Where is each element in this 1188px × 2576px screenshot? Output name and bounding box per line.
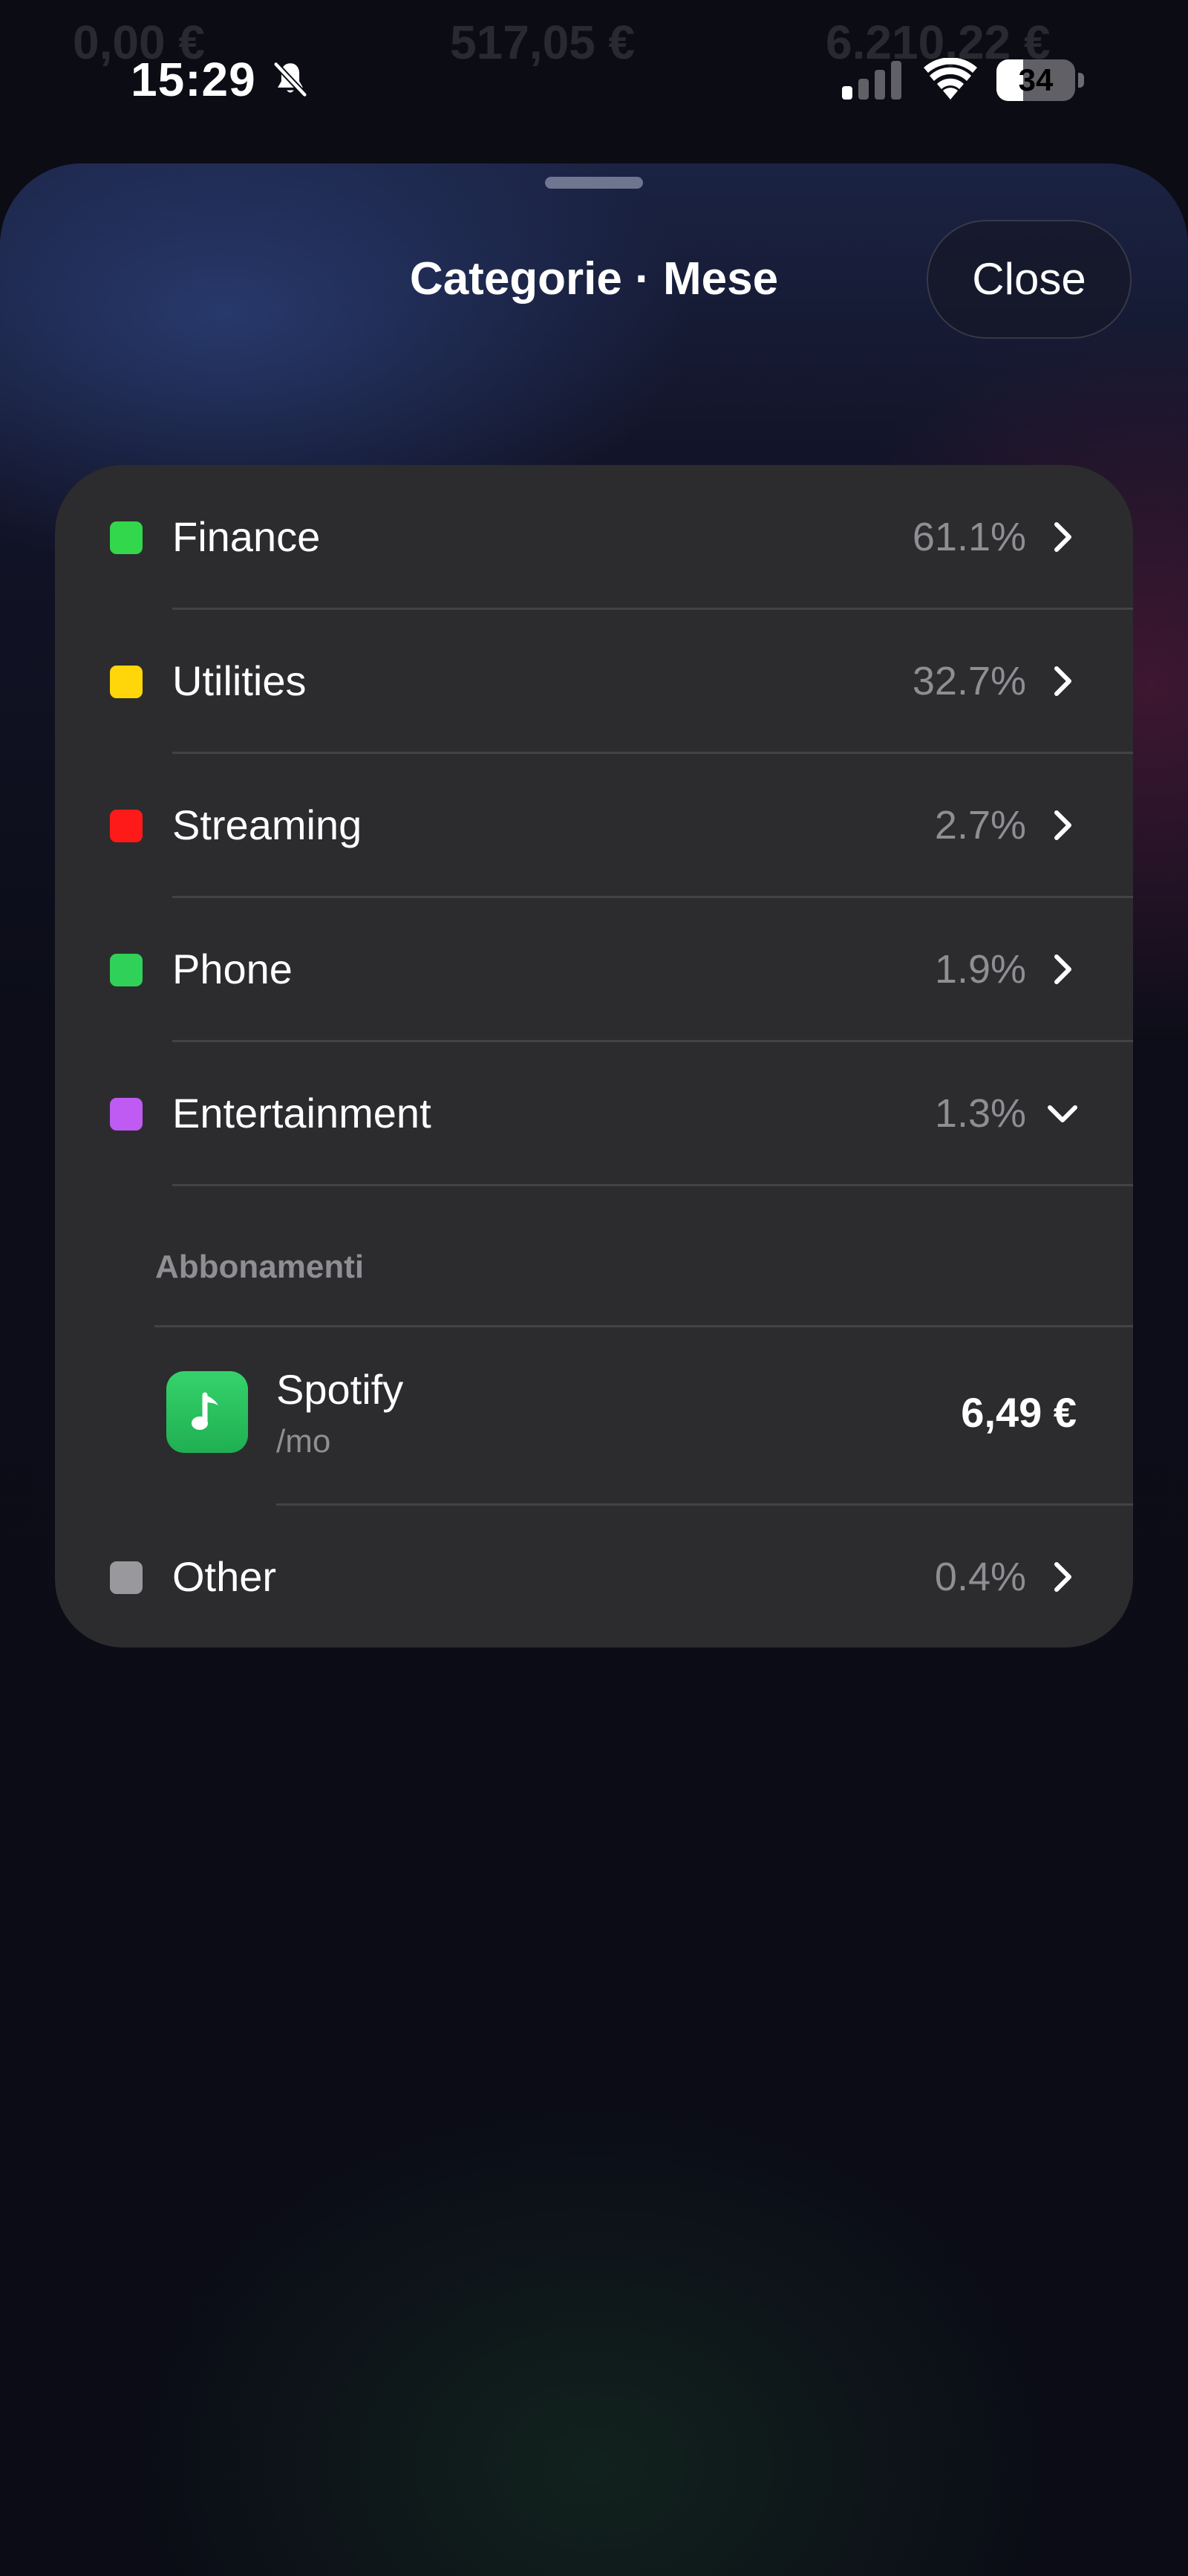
subscription-row-spotify[interactable]: Spotify /mo 6,49 € xyxy=(55,1327,1133,1505)
section-header-subscriptions: Abbonamenti xyxy=(155,1249,365,1285)
category-row-entertainment[interactable]: Entertainment 1.3% xyxy=(55,1041,1133,1185)
wifi-icon xyxy=(924,58,977,100)
category-percent: 1.3% xyxy=(934,1091,1026,1136)
app-icon xyxy=(166,1371,248,1453)
chevron-right-icon xyxy=(1054,666,1071,696)
category-row-finance[interactable]: Finance 61.1% xyxy=(55,465,1133,609)
screen: 0,00 € 517,05 € 6.210,22 € 15:29 34 Cate… xyxy=(0,0,1188,2576)
subscription-period: /mo xyxy=(276,1423,331,1460)
row-separator xyxy=(172,1184,1133,1186)
subscription-name: Spotify xyxy=(276,1366,404,1413)
category-label: Other xyxy=(172,1553,277,1600)
categories-card: Finance 61.1% Utilities 32.7% Streaming … xyxy=(55,465,1133,1648)
category-row-utilities[interactable]: Utilities 32.7% xyxy=(55,609,1133,753)
category-label: Phone xyxy=(172,946,293,992)
category-label: Finance xyxy=(172,513,321,560)
category-color-swatch xyxy=(110,954,143,986)
category-percent: 0.4% xyxy=(934,1555,1026,1599)
music-note-icon xyxy=(192,1392,218,1430)
battery-icon: 34 xyxy=(996,59,1084,101)
battery-cap xyxy=(1078,73,1084,88)
chevron-right-icon xyxy=(1054,1562,1071,1592)
category-label: Streaming xyxy=(172,801,362,848)
bell-slash-icon xyxy=(273,62,307,97)
category-percent: 32.7% xyxy=(912,659,1026,703)
category-row-phone[interactable]: Phone 1.9% xyxy=(55,897,1133,1041)
background-amount: 517,05 € xyxy=(450,16,636,69)
category-row-streaming[interactable]: Streaming 2.7% xyxy=(55,753,1133,897)
chevron-right-icon xyxy=(1054,522,1071,552)
category-color-swatch xyxy=(110,1098,143,1131)
category-label: Entertainment xyxy=(172,1090,431,1136)
category-label: Utilities xyxy=(172,657,307,704)
category-color-swatch xyxy=(110,521,143,554)
chevron-right-icon xyxy=(1054,954,1071,984)
status-time: 15:29 xyxy=(131,53,256,106)
category-percent: 2.7% xyxy=(934,803,1026,848)
chevron-down-icon xyxy=(1048,1105,1077,1122)
close-button[interactable]: Close xyxy=(927,220,1132,339)
battery-body: 34 xyxy=(996,59,1075,101)
category-color-swatch xyxy=(110,810,143,842)
category-percent: 1.9% xyxy=(934,947,1026,992)
subscription-price: 6,49 € xyxy=(961,1389,1077,1436)
chevron-right-icon xyxy=(1054,810,1071,840)
category-color-swatch xyxy=(110,1561,143,1594)
battery-level: 34 xyxy=(1018,62,1054,97)
cellular-signal-icon xyxy=(842,61,901,100)
category-color-swatch xyxy=(110,666,143,698)
sheet-grabber[interactable] xyxy=(545,177,643,189)
category-row-other[interactable]: Other 0.4% xyxy=(55,1505,1133,1649)
category-percent: 61.1% xyxy=(912,515,1026,559)
